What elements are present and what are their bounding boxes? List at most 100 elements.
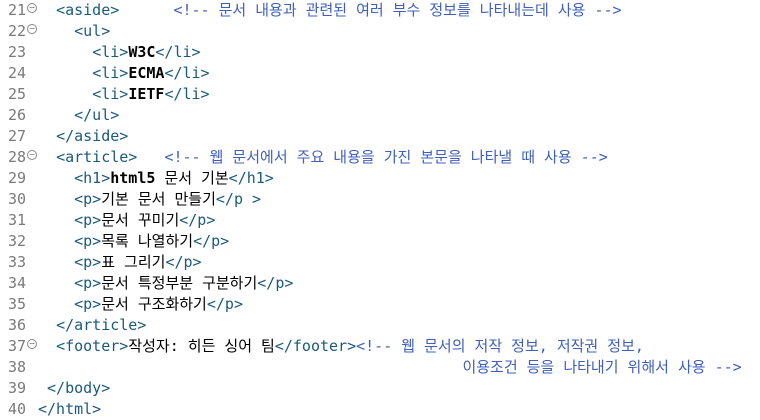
- code-text: </ul>: [38, 105, 119, 126]
- line-number: 33: [7, 253, 26, 271]
- code-line[interactable]: 25 <li>IETF</li>: [0, 84, 760, 105]
- code-text: 이용조건 등을 나타내기 위해서 사용 -->: [38, 357, 742, 378]
- fold-collapse-icon[interactable]: −: [27, 150, 37, 160]
- text-content: [119, 1, 173, 19]
- html-tag: <h1>: [74, 169, 111, 187]
- code-line[interactable]: 37− <footer>작성자: 히든 싱어 팀</footer><!-- 웹 …: [0, 336, 760, 357]
- fold-collapse-icon[interactable]: −: [27, 24, 37, 34]
- line-number: 32: [7, 232, 26, 250]
- line-number: 39: [7, 379, 26, 397]
- html-comment: 이용조건 등을 나타내기 위해서 사용 -->: [462, 358, 742, 376]
- text-content: W3C: [128, 43, 156, 61]
- html-tag: </ul>: [74, 106, 120, 124]
- html-tag: <footer>: [56, 337, 129, 355]
- text-content: 문서 꾸미기: [101, 211, 180, 229]
- code-text: <p>표 그리기</p>: [38, 252, 202, 273]
- code-text: <li>ECMA</li>: [38, 63, 210, 84]
- line-number: 24: [7, 64, 26, 82]
- line-number: 28: [7, 148, 26, 166]
- code-line[interactable]: 23 <li>W3C</li>: [0, 42, 760, 63]
- html-tag: </body>: [47, 379, 111, 397]
- text-content: 문서 기본: [155, 169, 229, 187]
- html-tag: <p>: [74, 211, 102, 229]
- text-content: [137, 148, 164, 166]
- code-line[interactable]: 26 </ul>: [0, 105, 760, 126]
- line-number: 40: [7, 400, 26, 418]
- html-tag: </aside>: [56, 127, 129, 145]
- fold-collapse-icon[interactable]: −: [27, 339, 37, 349]
- html-tag: </html>: [38, 400, 102, 418]
- fold-collapse-icon[interactable]: −: [27, 3, 37, 13]
- code-text: <p>목록 나열하기</p>: [38, 231, 229, 252]
- code-editor[interactable]: 21− <aside> <!-- 문서 내용과 관련된 여러 부수 정보를 나타…: [0, 0, 760, 420]
- code-line[interactable]: 40 </html>: [0, 399, 760, 420]
- line-number: 30: [7, 190, 26, 208]
- line-number: 25: [7, 85, 26, 103]
- line-number: 35: [7, 295, 26, 313]
- code-line[interactable]: 35 <p>문서 구조화하기</p>: [0, 294, 760, 315]
- text-content: IETF: [128, 85, 165, 103]
- html-tag: <p>: [74, 190, 102, 208]
- code-line[interactable]: 32 <p>목록 나열하기</p>: [0, 231, 760, 252]
- html-tag: </h1>: [228, 169, 274, 187]
- html-tag: <article>: [56, 148, 138, 166]
- html-tag: </p>: [257, 274, 294, 292]
- code-text: <ul>: [38, 21, 110, 42]
- line-number: 34: [7, 274, 26, 292]
- line-number: 29: [7, 169, 26, 187]
- code-line[interactable]: 38 이용조건 등을 나타내기 위해서 사용 -->: [0, 357, 760, 378]
- text-content: 목록 나열하기: [101, 232, 194, 250]
- text-content: 문서 구조화하기: [101, 295, 207, 313]
- text-content: 문서 특정부분 구분하기: [101, 274, 258, 292]
- code-line[interactable]: 21− <aside> <!-- 문서 내용과 관련된 여러 부수 정보를 나타…: [0, 0, 760, 21]
- code-line[interactable]: 31 <p>문서 꾸미기</p>: [0, 210, 760, 231]
- code-text: </aside>: [38, 126, 128, 147]
- html-tag: </li>: [164, 64, 210, 82]
- code-line[interactable]: 27 </aside>: [0, 126, 760, 147]
- line-number: 38: [7, 358, 26, 376]
- code-line[interactable]: 22− <ul>: [0, 21, 760, 42]
- html-tag: <p>: [74, 295, 102, 313]
- html-comment: <!-- 문서 내용과 관련된 여러 부수 정보를 나타내는데 사용 -->: [173, 1, 622, 19]
- html-tag: <p>: [74, 232, 102, 250]
- html-tag: </li>: [164, 85, 210, 103]
- line-number: 27: [7, 127, 26, 145]
- code-line[interactable]: 36 </article>: [0, 315, 760, 336]
- code-line[interactable]: 28− <article> <!-- 웹 문서에서 주요 내용을 가진 본문을 …: [0, 147, 760, 168]
- line-number: 22: [7, 22, 26, 40]
- html-comment: <!-- 웹 문서에서 주요 내용을 가진 본문을 나타낼 때 사용 -->: [164, 148, 608, 166]
- code-text: <li>IETF</li>: [38, 84, 210, 105]
- html-tag: </p >: [215, 190, 262, 208]
- code-text: <p>문서 구조화하기</p>: [38, 294, 243, 315]
- html-tag: <li>: [92, 43, 129, 61]
- html-tag: <li>: [92, 85, 129, 103]
- code-line[interactable]: 29 <h1>html5 문서 기본</h1>: [0, 168, 760, 189]
- text-content: 기본 문서 만들기: [101, 190, 216, 208]
- code-text: <footer>작성자: 히든 싱어 팀</footer><!-- 웹 문서의 …: [38, 336, 644, 357]
- html-tag: <li>: [92, 64, 129, 82]
- code-line[interactable]: 24 <li>ECMA</li>: [0, 63, 760, 84]
- code-line[interactable]: 34 <p>문서 특정부분 구분하기</p>: [0, 273, 760, 294]
- html-tag: <ul>: [74, 22, 111, 40]
- code-line[interactable]: 30 <p>기본 문서 만들기</p >: [0, 189, 760, 210]
- code-line[interactable]: 33 <p>표 그리기</p>: [0, 252, 760, 273]
- html-tag: </p>: [165, 253, 202, 271]
- text-content: ECMA: [128, 64, 165, 82]
- html-tag: <aside>: [56, 1, 120, 19]
- html-tag: <p>: [74, 253, 102, 271]
- code-text: <p>기본 문서 만들기</p >: [38, 189, 261, 210]
- code-line[interactable]: 39 </body>: [0, 378, 760, 399]
- html-comment: <!-- 웹 문서의 저작 정보, 저작권 정보,: [356, 337, 644, 355]
